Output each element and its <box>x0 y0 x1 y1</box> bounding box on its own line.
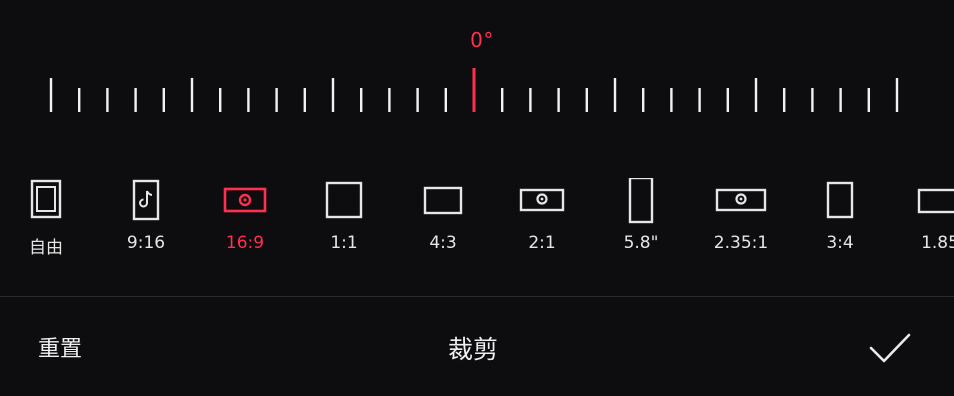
tiktok-portrait-icon <box>91 178 201 224</box>
portrait-3-4-icon <box>785 178 895 224</box>
square-icon <box>289 178 399 224</box>
footer-divider <box>0 296 954 297</box>
ratio-option-1-85[interactable]: 1.85 <box>885 170 954 270</box>
ratio-option-16-9[interactable]: 16:9 <box>190 170 300 270</box>
page-title: 裁剪 <box>0 330 954 366</box>
ratio-label: 9:16 <box>126 233 166 253</box>
rotation-ruler[interactable] <box>0 60 954 120</box>
ratio-label: 3:4 <box>826 233 854 253</box>
cinema-wide-icon <box>686 178 796 224</box>
rectangle-4-3-icon <box>388 178 498 224</box>
ratio-label: 5.8" <box>623 233 659 253</box>
ratio-label: 2:1 <box>528 233 556 253</box>
confirm-button[interactable] <box>866 330 914 368</box>
ratio-option-2-35-1[interactable]: 2.35:1 <box>686 170 796 270</box>
ratio-label: 自由 <box>29 238 63 258</box>
ratio-option-3-4[interactable]: 3:4 <box>785 170 895 270</box>
landscape-video-2-1-icon <box>487 178 597 224</box>
rotation-ruler-ticks[interactable] <box>0 60 954 120</box>
wide-rectangle-icon <box>885 178 954 224</box>
aspect-ratio-bar[interactable]: 自由 9:16 16:9 1:1 4:3 2:1 5.8" 2.35:1 3:4… <box>0 170 954 280</box>
ratio-option-free[interactable]: 自由 <box>0 170 101 270</box>
ratio-label: 1:1 <box>330 233 358 253</box>
ratio-label: 1.85 <box>921 233 954 253</box>
ratio-option-4-3[interactable]: 4:3 <box>388 170 498 270</box>
free-crop-icon <box>0 178 101 224</box>
ratio-option-1-1[interactable]: 1:1 <box>289 170 399 270</box>
ratio-label: 4:3 <box>429 233 457 253</box>
rotation-angle-readout: 0° <box>0 28 954 52</box>
ratio-option-9-16[interactable]: 9:16 <box>91 170 201 270</box>
landscape-video-icon <box>190 178 300 224</box>
ratio-label: 2.35:1 <box>713 233 769 253</box>
crop-screen: 0° 自由 9:16 16:9 1:1 4:3 2:1 5.8" 2.35:1 … <box>0 0 954 396</box>
ratio-option-5-8[interactable]: 5.8" <box>586 170 696 270</box>
checkmark-icon <box>869 333 911 363</box>
ratio-option-2-1[interactable]: 2:1 <box>487 170 597 270</box>
ratio-label: 16:9 <box>225 233 265 253</box>
phone-portrait-icon <box>586 178 696 224</box>
rotation-angle-label: 0° <box>470 28 494 52</box>
page-title-text: 裁剪 <box>447 335 498 364</box>
